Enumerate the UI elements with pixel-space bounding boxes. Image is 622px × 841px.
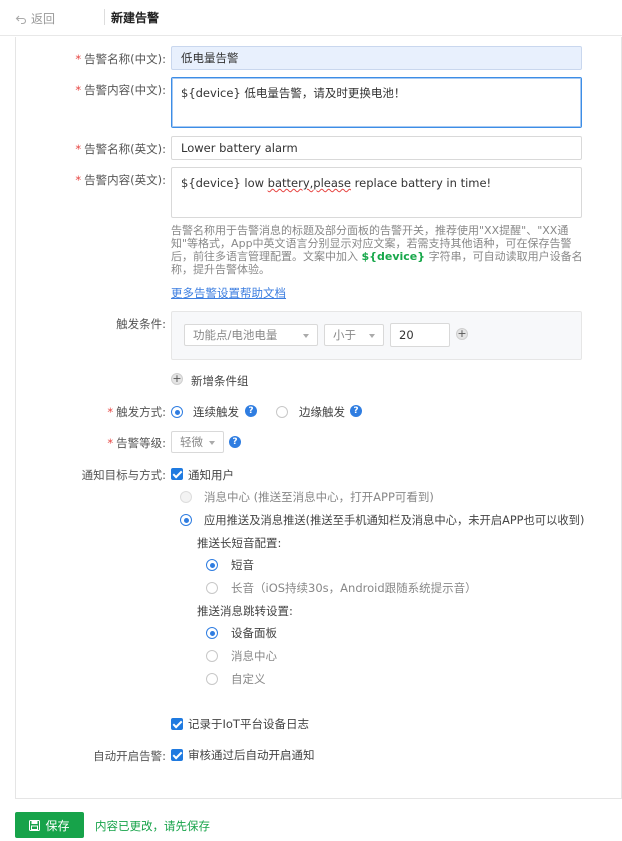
help-icon[interactable]: ? bbox=[350, 405, 362, 417]
chevron-down-icon bbox=[303, 334, 309, 338]
content-en-suffix: replace battery in time! bbox=[351, 176, 492, 190]
auto-enable-option-label[interactable]: 审核通过后自动开启通知 bbox=[188, 747, 315, 763]
required-mark: * bbox=[75, 52, 82, 66]
notify-label: 通知目标与方式: bbox=[81, 468, 166, 482]
trigger-continuous-label[interactable]: 连续触发 bbox=[193, 404, 239, 420]
datapoint-value: 功能点/电池电量 bbox=[193, 328, 278, 342]
threshold-value: 20 bbox=[399, 328, 414, 342]
notify-user-label[interactable]: 通知用户 bbox=[188, 467, 234, 483]
notify-push-radio[interactable] bbox=[180, 514, 192, 526]
content-en-label: * 告警内容(英文): bbox=[75, 173, 166, 187]
alarm-level-select[interactable]: 轻微 bbox=[171, 431, 224, 453]
log-checkbox[interactable] bbox=[171, 718, 183, 730]
push-sound-title: 推送长短音配置: bbox=[197, 536, 282, 550]
content-cn-textarea[interactable]: ${device} 低电量告警，请及时更换电池！ bbox=[171, 77, 582, 128]
operator-select[interactable]: 小于 bbox=[324, 324, 384, 346]
add-condition-icon[interactable]: + bbox=[456, 328, 468, 340]
threshold-input[interactable]: 20 bbox=[390, 323, 450, 347]
save-icon bbox=[29, 819, 41, 831]
trigger-edge-label[interactable]: 边缘触发 bbox=[299, 404, 345, 420]
name-cn-input[interactable]: 低电量告警 bbox=[171, 46, 582, 70]
jump-custom-radio[interactable] bbox=[206, 673, 218, 685]
top-bar: 返回 新建告警 bbox=[0, 0, 622, 36]
name-en-value: Lower battery alarm bbox=[181, 141, 298, 155]
page-title: 新建告警 bbox=[111, 11, 160, 25]
name-cn-value: 低电量告警 bbox=[181, 51, 239, 65]
save-label: 保存 bbox=[45, 818, 70, 833]
content-cn-label: * 告警内容(中文): bbox=[75, 83, 166, 97]
operator-value: 小于 bbox=[333, 328, 356, 342]
chevron-down-icon bbox=[209, 441, 215, 445]
jump-device-panel-label[interactable]: 设备面板 bbox=[231, 625, 277, 641]
chevron-down-icon bbox=[369, 334, 375, 338]
required-mark: * bbox=[107, 436, 114, 450]
unsaved-message: 内容已更改，请先保存 bbox=[95, 819, 210, 833]
back-button[interactable]: 返回 bbox=[15, 10, 55, 27]
notify-message-center-label[interactable]: 消息中心 (推送至消息中心，打开APP可看到) bbox=[204, 489, 434, 505]
datapoint-select[interactable]: 功能点/电池电量 bbox=[184, 324, 318, 346]
sound-long-label[interactable]: 长音（iOS持续30s，Android跟随系统提示音） bbox=[231, 580, 477, 596]
trigger-mode-label: * 触发方式: bbox=[107, 405, 166, 419]
content-hint: 告警名称用于告警消息的标题及部分面板的告警开关，推荐使用"XX提醒"、"XX通知… bbox=[171, 224, 583, 276]
name-cn-label: * 告警名称(中文): bbox=[75, 52, 166, 66]
name-en-input[interactable]: Lower battery alarm bbox=[171, 136, 582, 160]
sound-short-label[interactable]: 短音 bbox=[231, 557, 254, 573]
save-button[interactable]: 保存 bbox=[15, 812, 84, 838]
auto-enable-checkbox[interactable] bbox=[171, 749, 183, 761]
content-en-prefix: ${device} low bbox=[181, 176, 268, 190]
jump-message-center-label[interactable]: 消息中心 bbox=[231, 648, 277, 664]
auto-enable-label: 自动开启告警: bbox=[93, 749, 166, 763]
trigger-continuous-radio[interactable] bbox=[171, 406, 183, 418]
help-doc-link[interactable]: 更多告警设置帮助文档 bbox=[171, 285, 286, 301]
notify-push-label[interactable]: 应用推送及消息推送(推送至手机通知栏及消息中心，未开启APP也可以收到) bbox=[204, 512, 584, 528]
sound-short-radio[interactable] bbox=[206, 559, 218, 571]
content-en-textarea[interactable]: ${device} low battery,please replace bat… bbox=[171, 167, 582, 218]
required-mark: * bbox=[75, 173, 82, 187]
add-group-icon[interactable]: + bbox=[171, 373, 183, 385]
alarm-level-value: 轻微 bbox=[180, 435, 203, 449]
content-en-misspelled: battery,please bbox=[267, 176, 351, 190]
jump-title: 推送消息跳转设置: bbox=[197, 604, 293, 618]
help-icon[interactable]: ? bbox=[245, 405, 257, 417]
required-mark: * bbox=[107, 405, 114, 419]
help-icon[interactable]: ? bbox=[229, 436, 241, 448]
back-arrow-icon bbox=[15, 15, 27, 24]
trigger-edge-radio[interactable] bbox=[276, 406, 288, 418]
jump-message-center-radio[interactable] bbox=[206, 650, 218, 662]
divider bbox=[104, 9, 105, 25]
trigger-condition-label: 触发条件: bbox=[116, 317, 166, 331]
content-cn-value: ${device} 低电量告警，请及时更换电池！ bbox=[181, 86, 406, 100]
alarm-level-label: * 告警等级: bbox=[107, 436, 166, 450]
sound-long-radio[interactable] bbox=[206, 582, 218, 594]
required-mark: * bbox=[75, 83, 82, 97]
jump-custom-label[interactable]: 自定义 bbox=[231, 671, 266, 687]
name-en-label: * 告警名称(英文): bbox=[75, 142, 166, 156]
hint-token: ${device} bbox=[361, 250, 426, 263]
back-label: 返回 bbox=[31, 12, 56, 26]
notify-user-checkbox[interactable] bbox=[171, 468, 183, 480]
jump-device-panel-radio[interactable] bbox=[206, 627, 218, 639]
notify-message-center-radio[interactable] bbox=[180, 491, 192, 503]
log-label[interactable]: 记录于IoT平台设备日志 bbox=[188, 716, 309, 732]
required-mark: * bbox=[75, 142, 82, 156]
add-condition-group-button[interactable]: 新增条件组 bbox=[191, 373, 249, 389]
